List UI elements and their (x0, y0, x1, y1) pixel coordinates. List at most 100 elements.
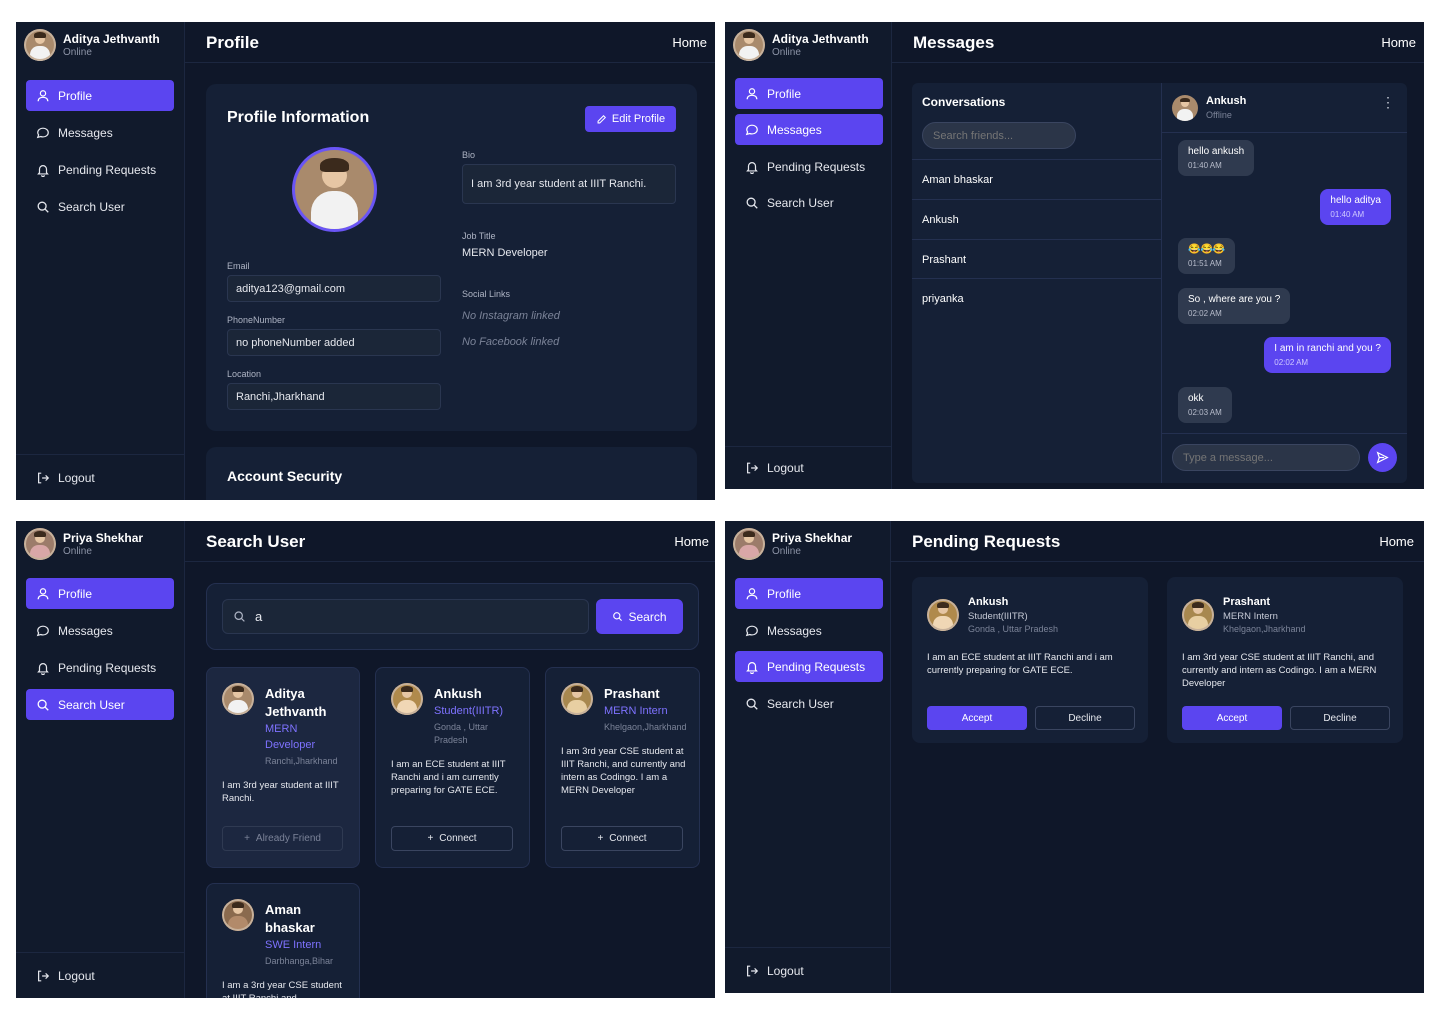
home-link[interactable]: Home (1381, 35, 1416, 50)
message-time: 01:40 AM (1330, 210, 1365, 219)
conversation-item[interactable]: priyanka (912, 278, 1161, 318)
request-location: Gonda , Uttar Pradesh (968, 624, 1059, 634)
search-friends-input[interactable] (922, 122, 1076, 149)
user-name: Priya Shekhar (63, 531, 144, 545)
user-status: Online (772, 546, 801, 557)
request-name: Prashant (1223, 596, 1271, 608)
search-icon (37, 201, 49, 213)
more-options-icon[interactable]: ⋮ (1381, 95, 1395, 109)
message-time: 02:02 AM (1188, 309, 1222, 318)
home-link[interactable]: Home (1379, 534, 1414, 549)
avatar (24, 528, 56, 560)
accept-button[interactable]: Accept (1182, 706, 1282, 730)
nav-messages[interactable]: Messages (735, 114, 883, 145)
nav-messages[interactable]: Messages (26, 615, 174, 646)
nav-pending-requests[interactable]: Pending Requests (26, 154, 174, 185)
logout-button[interactable]: Logout (725, 446, 891, 489)
search-icon (746, 197, 758, 209)
nav-pending-requests[interactable]: Pending Requests (26, 652, 174, 683)
nav-search-user[interactable]: Search User (735, 187, 883, 218)
accept-button[interactable]: Accept (927, 706, 1027, 730)
connect-button[interactable]: + Connect (391, 826, 513, 851)
user-icon (37, 587, 49, 599)
user-name: Aditya Jethvanth (772, 32, 869, 46)
sidebar: Priya Shekhar Online Profile Messages Pe… (725, 521, 891, 993)
logout-label: Logout (767, 963, 804, 978)
action-label: Already Friend (255, 833, 321, 844)
nav-messages[interactable]: Messages (735, 615, 883, 646)
location-field[interactable]: Ranchi,Jharkhand (227, 383, 441, 410)
bio-field[interactable]: I am 3rd year student at IIIT Ranchi. (462, 164, 676, 204)
search-user-screen: Priya Shekhar Online Profile Messages Pe… (16, 521, 715, 998)
search-query: a (255, 609, 263, 624)
edit-profile-button[interactable]: Edit Profile (585, 106, 676, 132)
message-bubble: hello aditya 01:40 AM (1320, 189, 1391, 225)
nav-search-user[interactable]: Search User (26, 191, 174, 222)
result-role: Student(IIITR) (434, 705, 504, 717)
decline-button[interactable]: Decline (1290, 706, 1390, 730)
request-avatar (1182, 599, 1214, 631)
nav-profile[interactable]: Profile (735, 78, 883, 109)
nav-pending-requests[interactable]: Pending Requests (735, 651, 883, 682)
search-icon (613, 612, 623, 622)
chat-bubble-icon (745, 625, 758, 636)
logout-button[interactable]: Logout (16, 454, 184, 500)
logout-icon (747, 965, 759, 976)
nav-search-user[interactable]: Search User (26, 689, 174, 720)
nav-pending-requests[interactable]: Pending Requests (735, 151, 883, 182)
user-status: Online (63, 546, 92, 557)
nav-label: Profile (58, 88, 93, 103)
nav-profile[interactable]: Profile (735, 578, 883, 609)
conversation-item[interactable]: Aman bhaskar (912, 159, 1161, 199)
nav-profile[interactable]: Profile (26, 80, 174, 111)
result-avatar (222, 899, 254, 931)
topbar: Messages Home (892, 22, 1424, 63)
message-text: So , where are you ? (1188, 294, 1281, 305)
message-text: 😂😂😂 (1188, 244, 1226, 255)
page-title: Search User (206, 532, 306, 551)
profile-info-card: Profile Information Edit Profile Email a… (206, 84, 697, 431)
user-status: Online (772, 47, 801, 58)
message-input[interactable] (1172, 444, 1360, 471)
conversation-item[interactable]: Prashant (912, 239, 1161, 279)
plus-icon: + (244, 833, 250, 844)
user-result-card: Aditya Jethvanth MERN Developer Ranchi,J… (206, 667, 360, 868)
nav-search-user[interactable]: Search User (735, 688, 883, 719)
home-link[interactable]: Home (674, 534, 709, 549)
nav-messages[interactable]: Messages (26, 117, 174, 148)
instagram-link: No Instagram linked (462, 310, 560, 322)
message-bubble: okk 02:03 AM (1178, 387, 1232, 423)
profile-avatar[interactable] (292, 147, 377, 232)
action-label: Connect (609, 833, 647, 844)
home-link[interactable]: Home (672, 35, 707, 50)
result-bio: I am a 3rd year CSE student at IIIT Ranc… (222, 980, 342, 998)
phone-label: PhoneNumber (227, 315, 286, 325)
request-name: Ankush (968, 596, 1009, 608)
connect-button[interactable]: + Connect (561, 826, 683, 851)
decline-button[interactable]: Decline (1035, 706, 1135, 730)
profile-screen: Aditya Jethvanth Online Profile Messages… (16, 22, 715, 500)
nav-label: Messages (767, 122, 822, 137)
page-title: Pending Requests (912, 532, 1061, 551)
conversation-item[interactable]: Ankush (912, 199, 1161, 239)
request-card: Prashant MERN Intern Khelgaon,Jharkhand … (1167, 577, 1403, 743)
message-text: okk (1188, 393, 1204, 404)
email-field[interactable]: aditya123@gmail.com (227, 275, 441, 302)
logout-button[interactable]: Logout (16, 952, 184, 998)
edit-profile-label: Edit Profile (611, 113, 666, 125)
logout-button[interactable]: Logout (725, 947, 890, 993)
nav-profile[interactable]: Profile (26, 578, 174, 609)
search-card: a Search (206, 583, 699, 650)
phone-field[interactable]: no phoneNumber added (227, 329, 441, 356)
nav-label: Search User (58, 199, 125, 214)
request-bio: I am an ECE student at IIIT Ranchi and i… (927, 652, 1113, 676)
section-title: Profile Information (227, 109, 370, 126)
chat-avatar (1172, 95, 1198, 121)
nav-label: Pending Requests (767, 159, 866, 174)
search-button[interactable]: Search (596, 599, 683, 634)
already-friend-button[interactable]: + Already Friend (222, 826, 343, 851)
bell-icon (37, 164, 49, 177)
search-input[interactable]: a (222, 599, 589, 634)
result-location: Gonda , Uttar Pradesh (434, 722, 489, 745)
send-button[interactable] (1368, 443, 1397, 472)
